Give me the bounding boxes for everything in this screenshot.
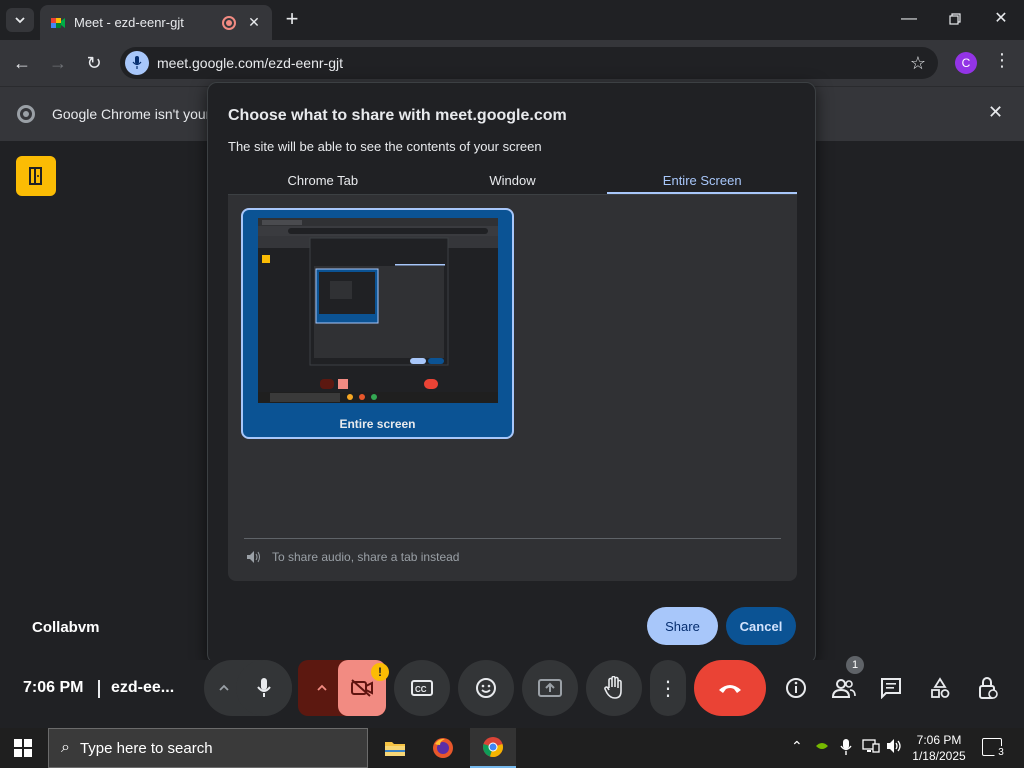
meeting-code[interactable]: ezd-ee... [111,679,174,697]
restore-button[interactable] [944,8,966,30]
notification-count: 3 [994,746,1008,760]
file-explorer-icon[interactable] [372,728,418,768]
video-options-chevron-icon[interactable] [310,676,334,700]
share-source-tabs: Chrome Tab Window Entire Screen [228,171,798,195]
network-icon[interactable] [862,738,880,757]
present-screen-icon [538,679,562,697]
speaker-icon [247,551,260,563]
browser-toolbar: ← → ↻ meet.google.com/ezd-eenr-gjt ☆ C ⋮ [0,40,1024,86]
forward-button[interactable]: → [47,52,69,74]
hand-icon [604,676,622,699]
windows-taskbar: ⌕ ⌃ 7:06 PM 1/18/2025 [0,728,1024,768]
chevron-down-icon [15,17,25,24]
camera-warning-badge: ! [371,663,389,681]
cancel-button[interactable]: Cancel [726,607,796,645]
meeting-clock: 7:06 PM [23,679,84,696]
tab-window[interactable]: Window [418,171,608,194]
restore-icon [949,13,961,25]
system-clock[interactable]: 7:06 PM 1/18/2025 [908,732,970,764]
firefox-icon[interactable] [420,728,466,768]
minimize-button[interactable]: — [898,8,920,30]
mic-icon [132,56,142,69]
tab-chrome-tab[interactable]: Chrome Tab [228,171,418,194]
windows-start-icon[interactable] [14,739,32,757]
tab-close-icon[interactable]: ✕ [246,14,262,31]
audio-note-text: To share audio, share a tab instead [272,550,460,564]
taskbar-search[interactable]: ⌕ [48,728,368,768]
chat-icon[interactable] [879,676,903,700]
panel-divider [244,538,781,539]
leave-call-button[interactable] [694,660,766,716]
address-bar[interactable]: meet.google.com/ezd-eenr-gjt ☆ [120,47,938,79]
present-screen-button[interactable] [522,660,578,716]
profile-avatar[interactable]: C [955,52,977,74]
entire-screen-option[interactable]: Entire screen [241,208,514,439]
meet-favicon-icon [51,17,65,28]
dialog-subtitle: The site will be able to see the content… [228,139,542,154]
screen-preview-thumbnail [258,218,498,403]
tab-title: Meet - ezd-eenr-gjt [74,15,184,30]
system-date: 1/18/2025 [912,749,966,763]
reactions-button[interactable] [458,660,514,716]
share-source-panel: Entire screen To share audio, share a ta… [228,195,797,581]
more-options-icon[interactable]: ⋮ [650,660,686,716]
closed-captions-icon: CC [411,680,433,696]
share-button[interactable]: Share [647,607,718,645]
participant-count-badge: 1 [846,656,864,674]
back-button[interactable]: ← [11,52,33,74]
microphone-tray-icon[interactable] [840,738,852,759]
entire-screen-label: Entire screen [339,417,416,431]
hang-up-icon [719,685,741,693]
meeting-info-icon[interactable] [784,676,808,700]
audio-note: To share audio, share a tab instead [246,550,459,564]
url-text: meet.google.com/ezd-eenr-gjt [157,55,343,71]
bookmark-star-icon[interactable]: ☆ [910,53,926,74]
captions-button[interactable]: CC [394,660,450,716]
chrome-taskbar-icon[interactable] [470,728,516,768]
host-controls-icon[interactable] [976,676,1000,700]
dialog-title: Choose what to share with meet.google.co… [228,107,567,124]
browser-tab-meet[interactable]: Meet - ezd-eenr-gjt ✕ [40,5,272,40]
share-screen-dialog: Choose what to share with meet.google.co… [207,82,816,664]
microphone-permission-icon[interactable] [125,51,149,75]
clock-separator [98,680,100,698]
microphone-button[interactable] [236,660,292,716]
tray-overflow-icon[interactable]: ⌃ [791,738,803,755]
taskbar-search-input[interactable] [79,739,340,757]
people-icon[interactable] [830,676,858,700]
volume-icon[interactable] [886,738,904,757]
nvidia-icon[interactable] [815,738,829,754]
meet-control-bar: 7:06 PM ezd-ee... CC ⋮ [0,660,1024,728]
audio-controls-group [204,660,292,716]
door-icon [29,167,42,185]
svg-text:CC: CC [415,685,427,694]
mic-icon [257,678,271,697]
camera-off-icon [351,679,373,697]
reload-button[interactable]: ↻ [83,52,105,74]
close-window-button[interactable]: ✕ [990,8,1012,30]
recording-indicator-icon [222,15,236,30]
tab-strip: Meet - ezd-eenr-gjt ✕ + — ✕ [0,0,1024,40]
infobar-close-icon[interactable]: ✕ [988,102,1003,123]
tab-search-button[interactable] [6,8,34,32]
emoji-icon [476,678,496,698]
infobar-message: Google Chrome isn't your d [52,106,222,122]
new-tab-button[interactable]: + [282,8,302,30]
browser-menu-icon[interactable]: ⋮ [993,50,1011,71]
system-time: 7:06 PM [916,733,962,747]
tab-entire-screen[interactable]: Entire Screen [607,171,798,194]
search-icon: ⌕ [61,739,70,756]
raise-hand-button[interactable] [586,660,642,716]
chrome-logo-icon [17,105,35,123]
audio-options-chevron-icon[interactable] [212,676,236,700]
meet-room-logo[interactable] [16,156,56,196]
activities-icon[interactable] [928,676,952,700]
participant-name: Collabvm [32,619,100,636]
